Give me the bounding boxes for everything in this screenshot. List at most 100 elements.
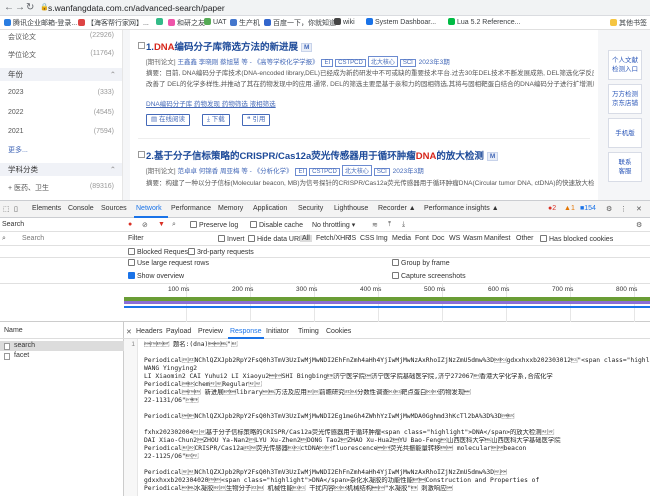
- tab-sources[interactable]: Sources: [101, 205, 127, 212]
- bookmark-item[interactable]: System Dashboar...: [366, 18, 436, 26]
- blocked-requests-checkbox[interactable]: Blocked Requests: [128, 248, 193, 256]
- result-checkbox[interactable]: [138, 42, 145, 49]
- wifi-icon[interactable]: ≋: [372, 221, 378, 229]
- search-input[interactable]: Search: [22, 235, 44, 242]
- tab-headers[interactable]: Headers: [136, 328, 162, 335]
- filter-type-font[interactable]: Font: [415, 235, 429, 242]
- tab-payload[interactable]: Payload: [166, 328, 191, 335]
- filter-icon[interactable]: ▼: [158, 221, 165, 228]
- filter-type-media[interactable]: Media: [392, 235, 411, 242]
- facet-item[interactable]: 学位论文 (11764): [8, 50, 118, 60]
- search-icon[interactable]: ⌕: [172, 221, 176, 229]
- bookmark-item[interactable]: wiki: [334, 18, 355, 26]
- back-icon[interactable]: ←: [4, 2, 14, 13]
- tab-security[interactable]: Security: [298, 205, 323, 212]
- throttling-select[interactable]: No throttling ▾: [312, 221, 355, 229]
- bookmark-item[interactable]: 生产机: [230, 18, 260, 28]
- facet-item[interactable]: + 医药、卫生 (89316): [8, 183, 118, 193]
- filter-type-img[interactable]: Img: [376, 235, 388, 242]
- download-icon[interactable]: ⤓: [402, 221, 405, 229]
- close-icon[interactable]: ✕: [636, 205, 642, 213]
- filter-type-wasm[interactable]: Wasm: [463, 235, 483, 242]
- gear-icon[interactable]: ⚙: [636, 221, 642, 229]
- bookmark-item[interactable]: 和研之友: [168, 18, 205, 28]
- request-row[interactable]: search: [0, 341, 124, 351]
- forward-icon[interactable]: →: [15, 2, 25, 13]
- side-button[interactable]: 个人文献 检测入口: [608, 50, 642, 80]
- result-title[interactable]: 1.DNA编码分子库筛选方法的新进展 M: [146, 39, 313, 53]
- filter-type-other[interactable]: Other: [516, 235, 534, 242]
- facet-item[interactable]: 会议论文 (22926): [8, 32, 118, 42]
- inspect-icon[interactable]: ⬚: [3, 205, 10, 213]
- read-online-button[interactable]: ▤ 在线阅读: [146, 114, 190, 126]
- cite-button[interactable]: ❝ 引用: [242, 114, 271, 126]
- side-button[interactable]: 联系 客服: [608, 152, 642, 182]
- tab-preview[interactable]: Preview: [198, 328, 223, 335]
- record-icon[interactable]: ●: [128, 221, 132, 228]
- network-overview-timeline[interactable]: 100 ms 200 ms 300 ms 400 ms 500 ms 600 m…: [0, 284, 650, 322]
- tab-console[interactable]: Console: [68, 205, 94, 212]
- close-icon[interactable]: ✕: [126, 328, 132, 336]
- filter-type-manifest[interactable]: Manifest: [484, 235, 510, 242]
- facet-head-year[interactable]: 年份 ⌃: [0, 68, 122, 81]
- bookmark-item[interactable]: Lua 5.2 Reference...: [448, 18, 520, 26]
- issues-badge[interactable]: ■154: [580, 205, 596, 212]
- filter-type-all[interactable]: All: [300, 235, 312, 242]
- filter-type-js[interactable]: JS: [348, 235, 356, 242]
- tab-recorder[interactable]: Recorder ▲: [378, 205, 416, 212]
- bookmark-item[interactable]: UAT: [204, 18, 226, 26]
- warning-badge[interactable]: ▲1: [564, 205, 575, 212]
- facet-item[interactable]: 2022 (4545): [8, 109, 118, 116]
- tab-initiator[interactable]: Initiator: [266, 328, 289, 335]
- hide-data-urls-checkbox[interactable]: Hide data URLs: [248, 235, 306, 243]
- url-text[interactable]: s.wanfangdata.com.cn/advanced-search/pap…: [48, 2, 225, 14]
- device-toolbar-icon[interactable]: ▯: [14, 205, 18, 213]
- more-icon[interactable]: ⋮: [620, 205, 627, 213]
- result-checkbox[interactable]: [138, 151, 145, 158]
- filter-input[interactable]: Filter: [128, 235, 144, 242]
- other-bookmarks[interactable]: 其他书签: [610, 18, 647, 28]
- facet-item[interactable]: 2021 (7594): [8, 128, 118, 135]
- tab-response[interactable]: Response: [230, 328, 262, 335]
- error-badge[interactable]: ●2: [548, 205, 556, 212]
- large-rows-checkbox[interactable]: Use large request rows: [128, 259, 209, 267]
- group-by-frame-checkbox[interactable]: Group by frame: [392, 259, 450, 267]
- bookmark-item[interactable]: 【海客帮行家网】...: [78, 18, 149, 28]
- bookmark-item[interactable]: 百度一下，你就知道: [264, 18, 336, 28]
- gear-icon[interactable]: ⚙: [606, 205, 612, 213]
- filter-type-fetch[interactable]: Fetch/XHR: [316, 235, 350, 242]
- tab-lighthouse[interactable]: Lighthouse: [334, 205, 368, 212]
- facet-head-subject[interactable]: 学科分类 ⌃: [0, 163, 122, 176]
- result-keywords[interactable]: DNA编码分子库 药物发现 药物筛选 液相筛选: [146, 98, 276, 108]
- tab-performance-insights[interactable]: Performance insights ▲: [424, 205, 499, 212]
- bookmark-item[interactable]: [156, 18, 165, 26]
- capture-screenshots-checkbox[interactable]: Capture screenshots: [392, 272, 466, 280]
- side-button[interactable]: 万方检测 京东店铺: [608, 84, 642, 114]
- upload-icon[interactable]: ⤒: [388, 221, 391, 229]
- clear-icon[interactable]: ⊘: [142, 221, 148, 229]
- filter-type-ws[interactable]: WS: [449, 235, 460, 242]
- bookmark-item[interactable]: 腾讯企业邮箱-登录...: [4, 18, 77, 28]
- facet-more-link[interactable]: 更多...: [8, 145, 118, 155]
- has-blocked-cookies-checkbox[interactable]: Has blocked cookies: [540, 235, 613, 243]
- tab-timing[interactable]: Timing: [298, 328, 319, 335]
- name-column-header[interactable]: Name: [0, 327, 124, 339]
- disable-cache-checkbox[interactable]: Disable cache: [250, 221, 303, 229]
- preserve-log-checkbox[interactable]: Preserve log: [190, 221, 238, 229]
- filter-type-css[interactable]: CSS: [360, 235, 374, 242]
- filter-type-doc[interactable]: Doc: [432, 235, 444, 242]
- download-button[interactable]: ⤓ 下载: [202, 114, 230, 126]
- tab-memory[interactable]: Memory: [218, 205, 243, 212]
- facet-item[interactable]: 2023 (333): [8, 89, 118, 96]
- request-row[interactable]: facet: [0, 351, 124, 361]
- tab-cookies[interactable]: Cookies: [326, 328, 351, 335]
- tab-performance[interactable]: Performance: [171, 205, 211, 212]
- result-title[interactable]: 2.基于分子信标策略的CRISPR/Cas12a荧光传感器用于循环肿瘤DNA的放…: [146, 148, 499, 162]
- tab-network[interactable]: Network: [136, 205, 162, 212]
- tab-elements[interactable]: Elements: [32, 205, 61, 212]
- third-party-checkbox[interactable]: 3rd-party requests: [188, 248, 254, 256]
- side-button[interactable]: 手机版: [608, 118, 642, 148]
- reload-icon[interactable]: ↻: [26, 2, 34, 13]
- invert-checkbox[interactable]: Invert: [218, 235, 245, 243]
- tab-application[interactable]: Application: [253, 205, 287, 212]
